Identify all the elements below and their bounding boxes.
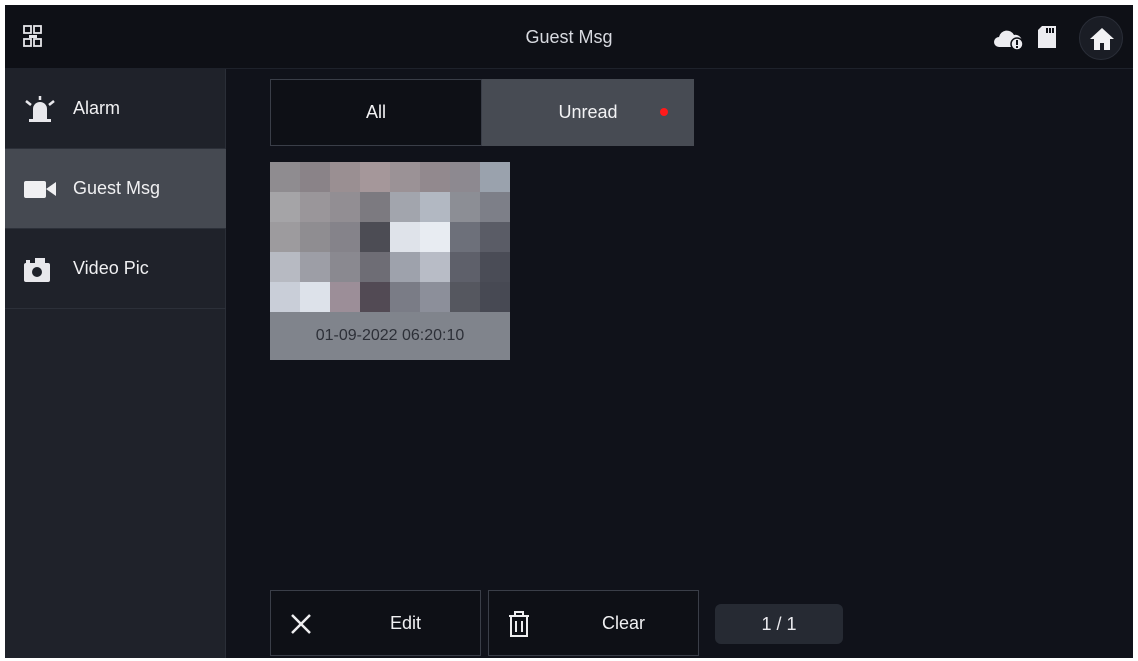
- tab-label: Unread: [558, 102, 618, 122]
- clear-button-label: Clear: [601, 613, 645, 633]
- sidebar-item-alarm[interactable]: Alarm: [5, 69, 226, 149]
- sidebar-item-label: Guest Msg: [73, 178, 161, 198]
- tab-all[interactable]: All: [270, 79, 482, 146]
- video-camera-icon: [24, 181, 56, 198]
- page-title: Guest Msg: [525, 27, 613, 47]
- message-timestamp: 01-09-2022 06:20:10: [270, 312, 510, 360]
- clear-button[interactable]: Clear: [488, 590, 699, 656]
- tab-label: All: [365, 102, 386, 122]
- cloud-alert-icon: [994, 30, 1024, 51]
- app-frame: Guest Msg Alarm Guest Msg Video Pic All …: [5, 5, 1133, 658]
- trash-icon: [509, 611, 529, 637]
- top-bar: Guest Msg: [5, 5, 1133, 69]
- unread-indicator-dot: [660, 108, 668, 116]
- message-thumbnail: [270, 162, 510, 312]
- sidebar-item-guest-msg[interactable]: Guest Msg: [5, 149, 226, 229]
- edit-button-label: Edit: [389, 613, 422, 633]
- page-indicator: 1 / 1: [715, 604, 843, 644]
- sd-card-icon: [1038, 26, 1056, 48]
- sidebar-item-label: Alarm: [73, 98, 121, 118]
- sidebar: Alarm Guest Msg Video Pic: [5, 69, 226, 658]
- edit-button[interactable]: Edit: [270, 590, 481, 656]
- message-card[interactable]: 01-09-2022 06:20:10: [270, 162, 510, 360]
- close-icon: [291, 614, 311, 634]
- home-button[interactable]: [1079, 16, 1123, 60]
- home-icon: [1090, 28, 1114, 50]
- sidebar-item-video-pic[interactable]: Video Pic: [5, 229, 226, 309]
- sidebar-item-label: Video Pic: [73, 258, 149, 278]
- tab-unread[interactable]: Unread: [482, 79, 694, 146]
- camera-icon: [24, 258, 50, 282]
- alarm-bell-icon: [25, 96, 55, 122]
